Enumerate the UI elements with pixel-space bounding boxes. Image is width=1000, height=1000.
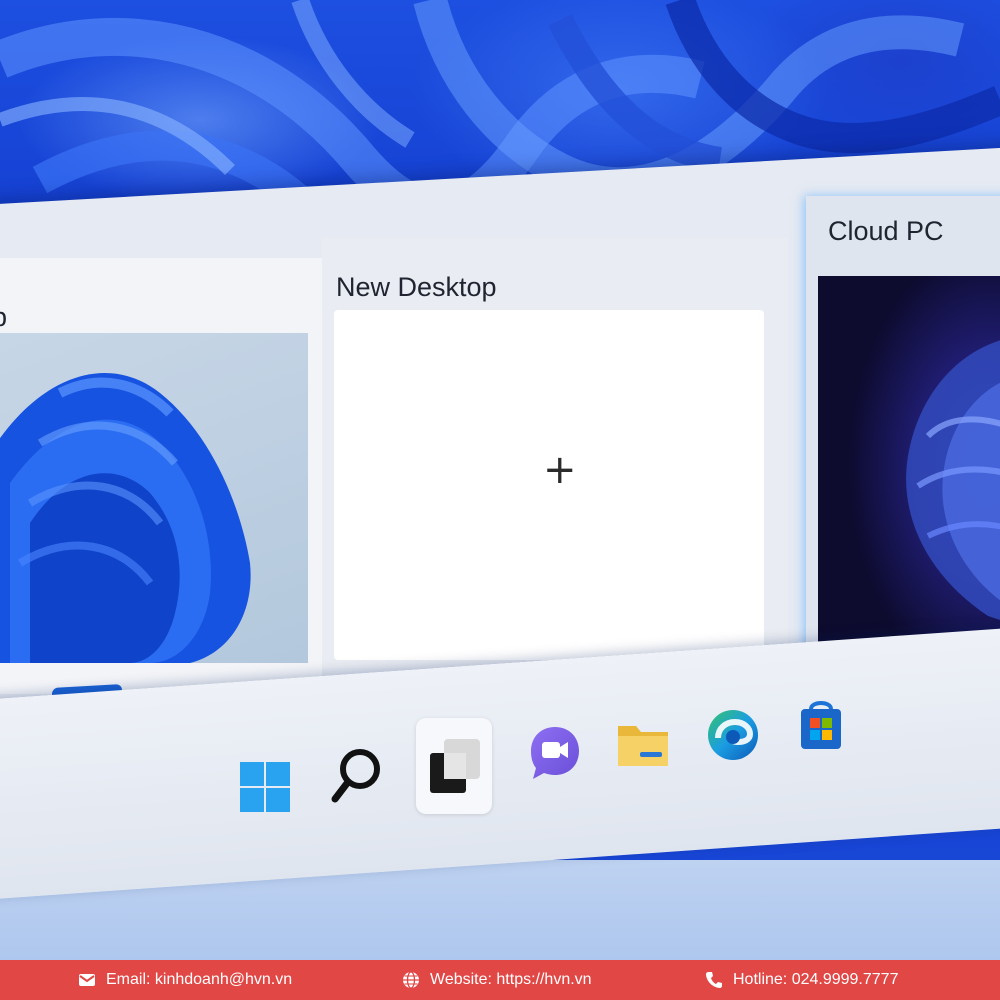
folder-icon (618, 726, 668, 766)
phone-icon (706, 972, 722, 988)
desktop-card-new[interactable]: New Desktop + (322, 238, 788, 668)
desktop-card-cloud-pc[interactable]: Cloud PC (806, 196, 1000, 666)
cloud-pc-title: Cloud PC (828, 216, 944, 246)
add-desktop-icon: + (543, 447, 577, 493)
footer-email[interactable]: Email: kinhdoanh@hvn.vn (78, 960, 292, 1000)
task-view-button[interactable] (416, 718, 492, 814)
contact-footer: Email: kinhdoanh@hvn.vn Website: https:/… (0, 960, 1000, 1000)
search-icon (331, 749, 380, 803)
footer-website[interactable]: Website: https://hvn.vn (402, 960, 592, 1000)
footer-hotline[interactable]: Hotline: 024.9999.7777 (705, 960, 898, 1000)
desktop-card-1[interactable]: p (0, 258, 322, 694)
edge-browser-button[interactable] (698, 700, 768, 770)
desktop-1-thumbnail[interactable] (0, 333, 308, 663)
globe-icon (403, 971, 419, 989)
desktop-1-title: p (0, 302, 7, 333)
mail-icon (79, 974, 95, 986)
search-button[interactable] (322, 742, 392, 812)
file-explorer-button[interactable] (608, 710, 678, 780)
task-view-icon (430, 739, 480, 793)
start-button[interactable] (230, 752, 300, 822)
website-text: Website: https://hvn.vn (430, 971, 592, 988)
teams-chat-icon (531, 727, 579, 779)
store-icon (801, 701, 841, 749)
email-text: Email: kinhdoanh@hvn.vn (106, 971, 293, 988)
store-button[interactable] (786, 690, 856, 760)
windows-logo-icon (240, 762, 290, 812)
new-desktop-button[interactable]: + (334, 310, 764, 660)
edge-icon (708, 710, 758, 760)
cloud-pc-thumbnail[interactable] (818, 276, 1000, 656)
teams-chat-button[interactable] (520, 718, 590, 788)
hotline-text: Hotline: 024.9999.7777 (733, 971, 899, 988)
new-desktop-title: New Desktop (336, 272, 497, 302)
